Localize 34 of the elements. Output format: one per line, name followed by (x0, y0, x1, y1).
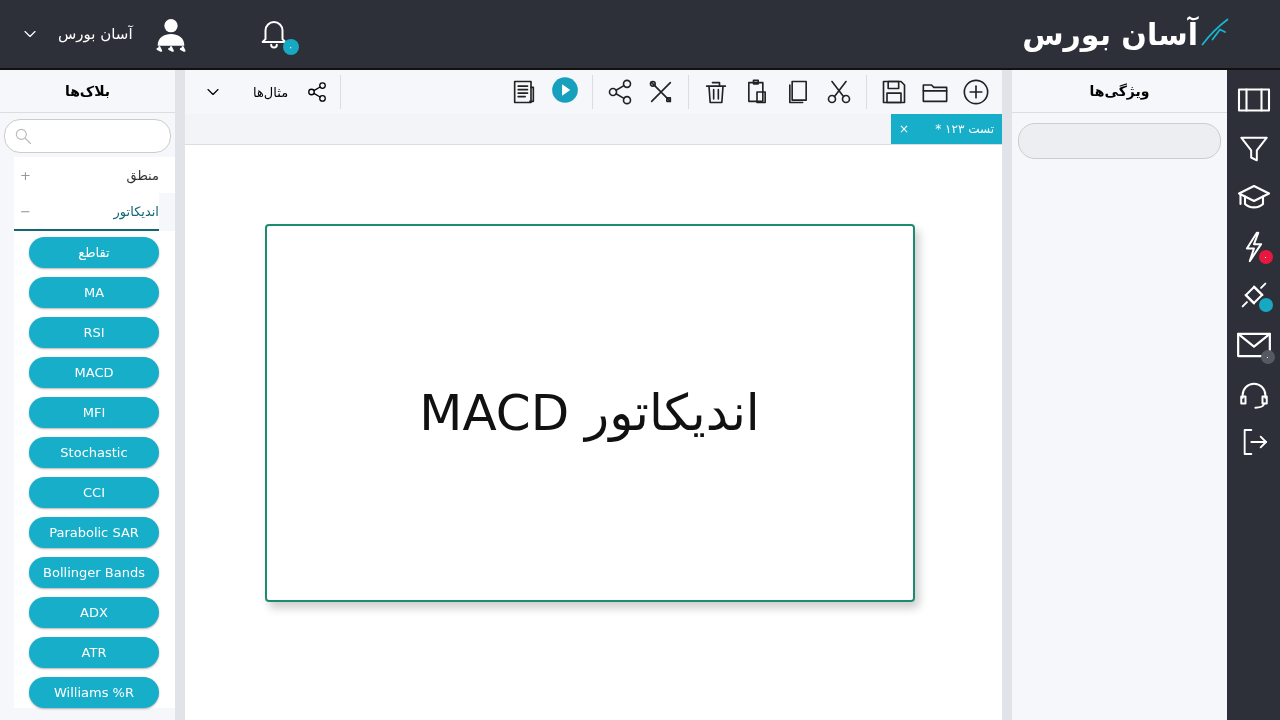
block-card: اندیکاتور MACD (264, 223, 915, 602)
block-button[interactable]: ADX (29, 597, 159, 628)
notification-badge: ۰ (282, 39, 299, 55)
share-icon[interactable] (306, 81, 329, 103)
block-button[interactable]: Parabolic SAR (29, 517, 159, 548)
splitter-handle[interactable] (1002, 70, 1012, 720)
splitter-handle[interactable] (175, 70, 185, 720)
search-icon (13, 126, 33, 146)
block-button[interactable]: Williams %R (29, 677, 159, 708)
search-field[interactable] (4, 119, 171, 153)
editor-tab[interactable]: × تست ۱۲۳ * (891, 114, 1002, 144)
run-icon[interactable] (551, 76, 579, 104)
block-button[interactable]: RSI (29, 317, 159, 348)
cut-icon[interactable] (825, 78, 853, 106)
block-button[interactable]: Stochastic (29, 437, 159, 468)
block-button[interactable]: MACD (29, 357, 159, 388)
category-item[interactable]: − اندیکاتور (14, 193, 159, 231)
save-icon[interactable] (880, 78, 908, 106)
user-name[interactable]: آسان بورس (58, 25, 133, 43)
block-button[interactable]: ATR (29, 637, 159, 668)
properties-field[interactable] (1018, 123, 1221, 159)
examples-dropdown[interactable]: مثال‌ها (197, 81, 295, 103)
block-button[interactable]: Bollinger Bands (29, 557, 159, 588)
block-button[interactable]: MFI (29, 397, 159, 428)
logo-text: آسان بورس (1022, 16, 1198, 52)
notification-badge: ۰ (1260, 350, 1275, 364)
notification-badge: ۰ (1258, 250, 1273, 264)
block-button[interactable]: تقاطع (29, 237, 159, 268)
add-icon[interactable] (962, 78, 990, 106)
category-item[interactable]: + منطق (14, 157, 175, 193)
block-button[interactable]: MA (29, 277, 159, 308)
share-icon[interactable] (606, 78, 634, 106)
block-button[interactable]: CCI (29, 477, 159, 508)
logo-mark-icon (1200, 16, 1230, 47)
